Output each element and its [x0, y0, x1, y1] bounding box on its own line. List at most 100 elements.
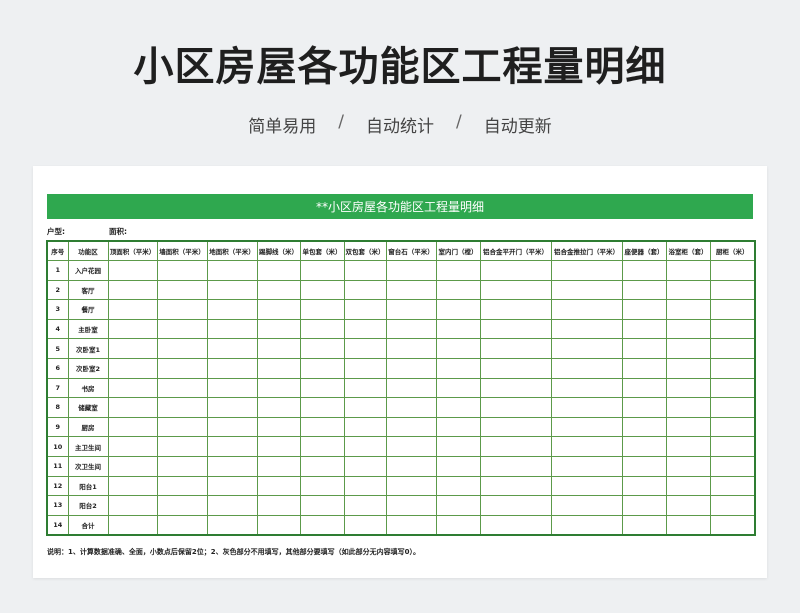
data-cell[interactable]: [550, 299, 623, 320]
data-cell[interactable]: [550, 338, 623, 359]
data-cell[interactable]: [550, 397, 623, 418]
data-cell[interactable]: [621, 279, 667, 301]
data-cell[interactable]: [665, 436, 711, 457]
data-cell[interactable]: [479, 416, 552, 438]
data-cell[interactable]: [385, 475, 437, 497]
data-cell[interactable]: [665, 357, 711, 379]
data-cell[interactable]: [621, 260, 667, 281]
data-cell[interactable]: [343, 495, 387, 516]
data-cell[interactable]: [709, 495, 756, 516]
data-cell[interactable]: [256, 338, 301, 359]
data-cell[interactable]: [256, 279, 301, 301]
data-cell[interactable]: [107, 495, 158, 516]
data-cell[interactable]: [343, 338, 387, 359]
data-cell[interactable]: [479, 299, 552, 320]
data-cell[interactable]: [206, 436, 258, 457]
data-cell[interactable]: [479, 475, 552, 497]
data-cell[interactable]: [206, 514, 258, 536]
data-cell[interactable]: [156, 260, 208, 281]
data-cell[interactable]: [107, 357, 158, 379]
data-cell[interactable]: [665, 260, 711, 281]
data-cell[interactable]: [206, 377, 258, 399]
data-cell[interactable]: [256, 514, 301, 536]
data-cell[interactable]: [385, 318, 437, 340]
data-cell[interactable]: [435, 357, 481, 379]
data-cell[interactable]: [343, 416, 387, 438]
data-cell[interactable]: [299, 495, 345, 516]
data-cell[interactable]: [256, 299, 301, 320]
data-cell[interactable]: [107, 318, 158, 340]
data-cell[interactable]: [435, 455, 481, 477]
data-cell[interactable]: [385, 397, 437, 418]
data-cell[interactable]: [256, 357, 301, 379]
data-cell[interactable]: [156, 318, 208, 340]
data-cell[interactable]: [299, 318, 345, 340]
data-cell[interactable]: [206, 279, 258, 301]
data-cell[interactable]: [621, 436, 667, 457]
data-cell[interactable]: [256, 455, 301, 477]
data-cell[interactable]: [343, 377, 387, 399]
data-cell[interactable]: [709, 279, 756, 301]
data-cell[interactable]: [107, 338, 158, 359]
data-cell[interactable]: [550, 377, 623, 399]
data-cell[interactable]: [156, 357, 208, 379]
data-cell[interactable]: [709, 377, 756, 399]
data-cell[interactable]: [550, 495, 623, 516]
data-cell[interactable]: [299, 397, 345, 418]
data-cell[interactable]: [550, 416, 623, 438]
data-cell[interactable]: [435, 338, 481, 359]
data-cell[interactable]: [479, 397, 552, 418]
data-cell[interactable]: [665, 416, 711, 438]
data-cell[interactable]: [206, 455, 258, 477]
data-cell[interactable]: [709, 260, 756, 281]
data-cell[interactable]: [385, 299, 437, 320]
data-cell[interactable]: [343, 475, 387, 497]
data-cell[interactable]: [206, 397, 258, 418]
data-cell[interactable]: [709, 436, 756, 457]
data-cell[interactable]: [479, 279, 552, 301]
data-cell[interactable]: [156, 377, 208, 399]
data-cell[interactable]: [299, 416, 345, 438]
data-cell[interactable]: [385, 357, 437, 379]
data-cell[interactable]: [435, 318, 481, 340]
data-cell[interactable]: [299, 455, 345, 477]
data-cell[interactable]: [343, 397, 387, 418]
data-cell[interactable]: [256, 318, 301, 340]
data-cell[interactable]: [435, 377, 481, 399]
data-cell[interactable]: [709, 299, 756, 320]
data-cell[interactable]: [107, 514, 158, 536]
data-cell[interactable]: [256, 436, 301, 457]
data-cell[interactable]: [299, 299, 345, 320]
data-cell[interactable]: [665, 397, 711, 418]
data-cell[interactable]: [343, 279, 387, 301]
data-cell[interactable]: [385, 455, 437, 477]
data-cell[interactable]: [709, 397, 756, 418]
data-cell[interactable]: [299, 514, 345, 536]
data-cell[interactable]: [479, 318, 552, 340]
data-cell[interactable]: [550, 455, 623, 477]
data-cell[interactable]: [665, 455, 711, 477]
data-cell[interactable]: [256, 377, 301, 399]
data-cell[interactable]: [299, 475, 345, 497]
data-cell[interactable]: [385, 279, 437, 301]
data-cell[interactable]: [107, 455, 158, 477]
data-cell[interactable]: [550, 279, 623, 301]
data-cell[interactable]: [665, 299, 711, 320]
data-cell[interactable]: [665, 475, 711, 497]
data-cell[interactable]: [385, 260, 437, 281]
data-cell[interactable]: [299, 279, 345, 301]
data-cell[interactable]: [156, 495, 208, 516]
data-cell[interactable]: [621, 357, 667, 379]
data-cell[interactable]: [385, 416, 437, 438]
data-cell[interactable]: [435, 436, 481, 457]
data-cell[interactable]: [709, 338, 756, 359]
data-cell[interactable]: [206, 495, 258, 516]
data-cell[interactable]: [435, 299, 481, 320]
data-cell[interactable]: [343, 357, 387, 379]
data-cell[interactable]: [479, 260, 552, 281]
data-cell[interactable]: [385, 514, 437, 536]
data-cell[interactable]: [435, 514, 481, 536]
data-cell[interactable]: [156, 475, 208, 497]
data-cell[interactable]: [156, 338, 208, 359]
data-cell[interactable]: [385, 495, 437, 516]
